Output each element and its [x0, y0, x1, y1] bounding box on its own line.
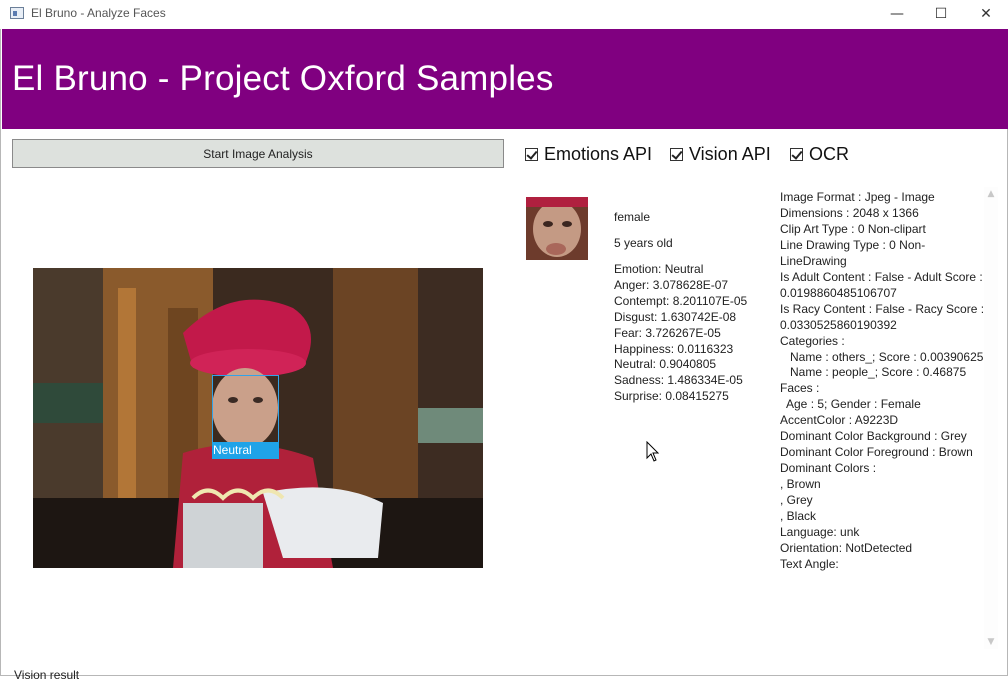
minimize-button[interactable]: —: [874, 0, 920, 29]
vertical-scrollbar[interactable]: ▲ ▼: [984, 187, 998, 649]
face-thumbnail-image: [526, 197, 588, 260]
start-image-analysis-button[interactable]: Start Image Analysis: [12, 139, 504, 168]
vision-line: Is Racy Content : False - Racy Score :: [780, 301, 985, 316]
vision-line: Dominant Colors :: [780, 461, 877, 476]
emotion-line: Emotion: Neutral: [614, 262, 704, 276]
emotion-line: Sadness: 1.486334E-05: [614, 373, 743, 388]
page-title: El Bruno - Project Oxford Samples: [12, 59, 554, 98]
checkbox-checked-icon[interactable]: [670, 147, 683, 161]
emotion-line: Disgust: 1.630742E-08: [614, 309, 737, 324]
app-header: El Bruno - Project Oxford Samples: [2, 29, 1008, 129]
emotion-line: Fear: 3.726267E-05: [614, 325, 721, 340]
vision-result-text: Image Format : Jpeg - Image Dimensions :…: [780, 190, 985, 573]
face-rectangle: [212, 375, 279, 443]
face-age: 5 years old: [614, 236, 673, 250]
emotions-api-checkbox[interactable]: Emotions API: [525, 143, 652, 165]
vision-line: Language: unk: [780, 525, 860, 540]
vision-line: , Grey: [780, 493, 813, 508]
checkbox-checked-icon[interactable]: [790, 147, 803, 161]
vision-line: 0.0198860485106707: [780, 285, 897, 300]
face-gender: female: [614, 210, 651, 224]
vision-line: Age : 5; Gender : Female: [780, 397, 921, 412]
emotions-api-label: Emotions API: [544, 143, 653, 164]
vision-line: Orientation: NotDetected: [780, 540, 913, 555]
vision-line: , Black: [780, 509, 817, 524]
vision-api-checkbox[interactable]: Vision API: [670, 143, 771, 165]
checkbox-checked-icon[interactable]: [525, 147, 538, 161]
vision-line: Dominant Color Foreground : Brown: [780, 445, 973, 460]
vision-line: 0.0330525860190392: [780, 317, 897, 332]
vision-line: Name : people_; Score : 0.46875: [780, 365, 967, 380]
bottom-status-text: Vision result: [14, 668, 80, 682]
close-icon: ✕: [980, 6, 992, 22]
maximize-icon: ☐: [934, 6, 948, 22]
vision-line: Is Adult Content : False - Adult Score :: [780, 269, 983, 284]
app-icon: [10, 7, 24, 19]
ocr-label: OCR: [809, 143, 849, 164]
vision-line: Dominant Color Background : Grey: [780, 429, 967, 444]
mouse-cursor-icon: [646, 441, 660, 462]
vision-line: Image Format : Jpeg - Image: [780, 190, 935, 204]
vision-line: AccentColor : A9223D: [780, 413, 899, 428]
analyzed-photo: Neutral: [33, 268, 483, 568]
emotion-line: Surprise: 0.08415275: [614, 389, 729, 404]
vision-line: Name : others_; Score : 0.00390625: [780, 349, 984, 364]
maximize-button[interactable]: ☐: [918, 0, 964, 29]
emotion-line: Contempt: 8.201107E-05: [614, 293, 748, 308]
vision-line: Clip Art Type : 0 Non-clipart: [780, 221, 926, 236]
scroll-down-arrow-icon[interactable]: ▼: [984, 635, 998, 649]
vision-line: Text Angle:: [780, 556, 839, 571]
close-button[interactable]: ✕: [963, 0, 1008, 29]
vision-api-label: Vision API: [689, 143, 771, 164]
vision-line: LineDrawing: [780, 253, 847, 268]
vision-line: , Brown: [780, 477, 821, 492]
face-emotion-label: Neutral: [212, 442, 279, 459]
emotion-line: Happiness: 0.0116323: [614, 341, 734, 356]
vision-line: Dimensions : 2048 x 1366: [780, 205, 919, 220]
emotion-scores: Emotion: Neutral Anger: 3.078628E-07 Con…: [614, 262, 747, 405]
title-bar[interactable]: El Bruno - Analyze Faces — ☐ ✕: [0, 0, 1008, 29]
vision-line: Line Drawing Type : 0 Non-: [780, 237, 926, 252]
ocr-checkbox[interactable]: OCR: [790, 143, 849, 165]
scroll-up-arrow-icon[interactable]: ▲: [984, 187, 998, 201]
vision-line: Faces :: [780, 381, 820, 396]
minimize-icon: —: [890, 6, 904, 22]
emotion-line: Neutral: 0.9040805: [614, 357, 717, 372]
vision-line: Categories :: [780, 333, 845, 348]
window-title: El Bruno - Analyze Faces: [31, 6, 166, 20]
face-thumbnail: [526, 197, 588, 260]
emotion-line: Anger: 3.078628E-07: [614, 277, 729, 292]
